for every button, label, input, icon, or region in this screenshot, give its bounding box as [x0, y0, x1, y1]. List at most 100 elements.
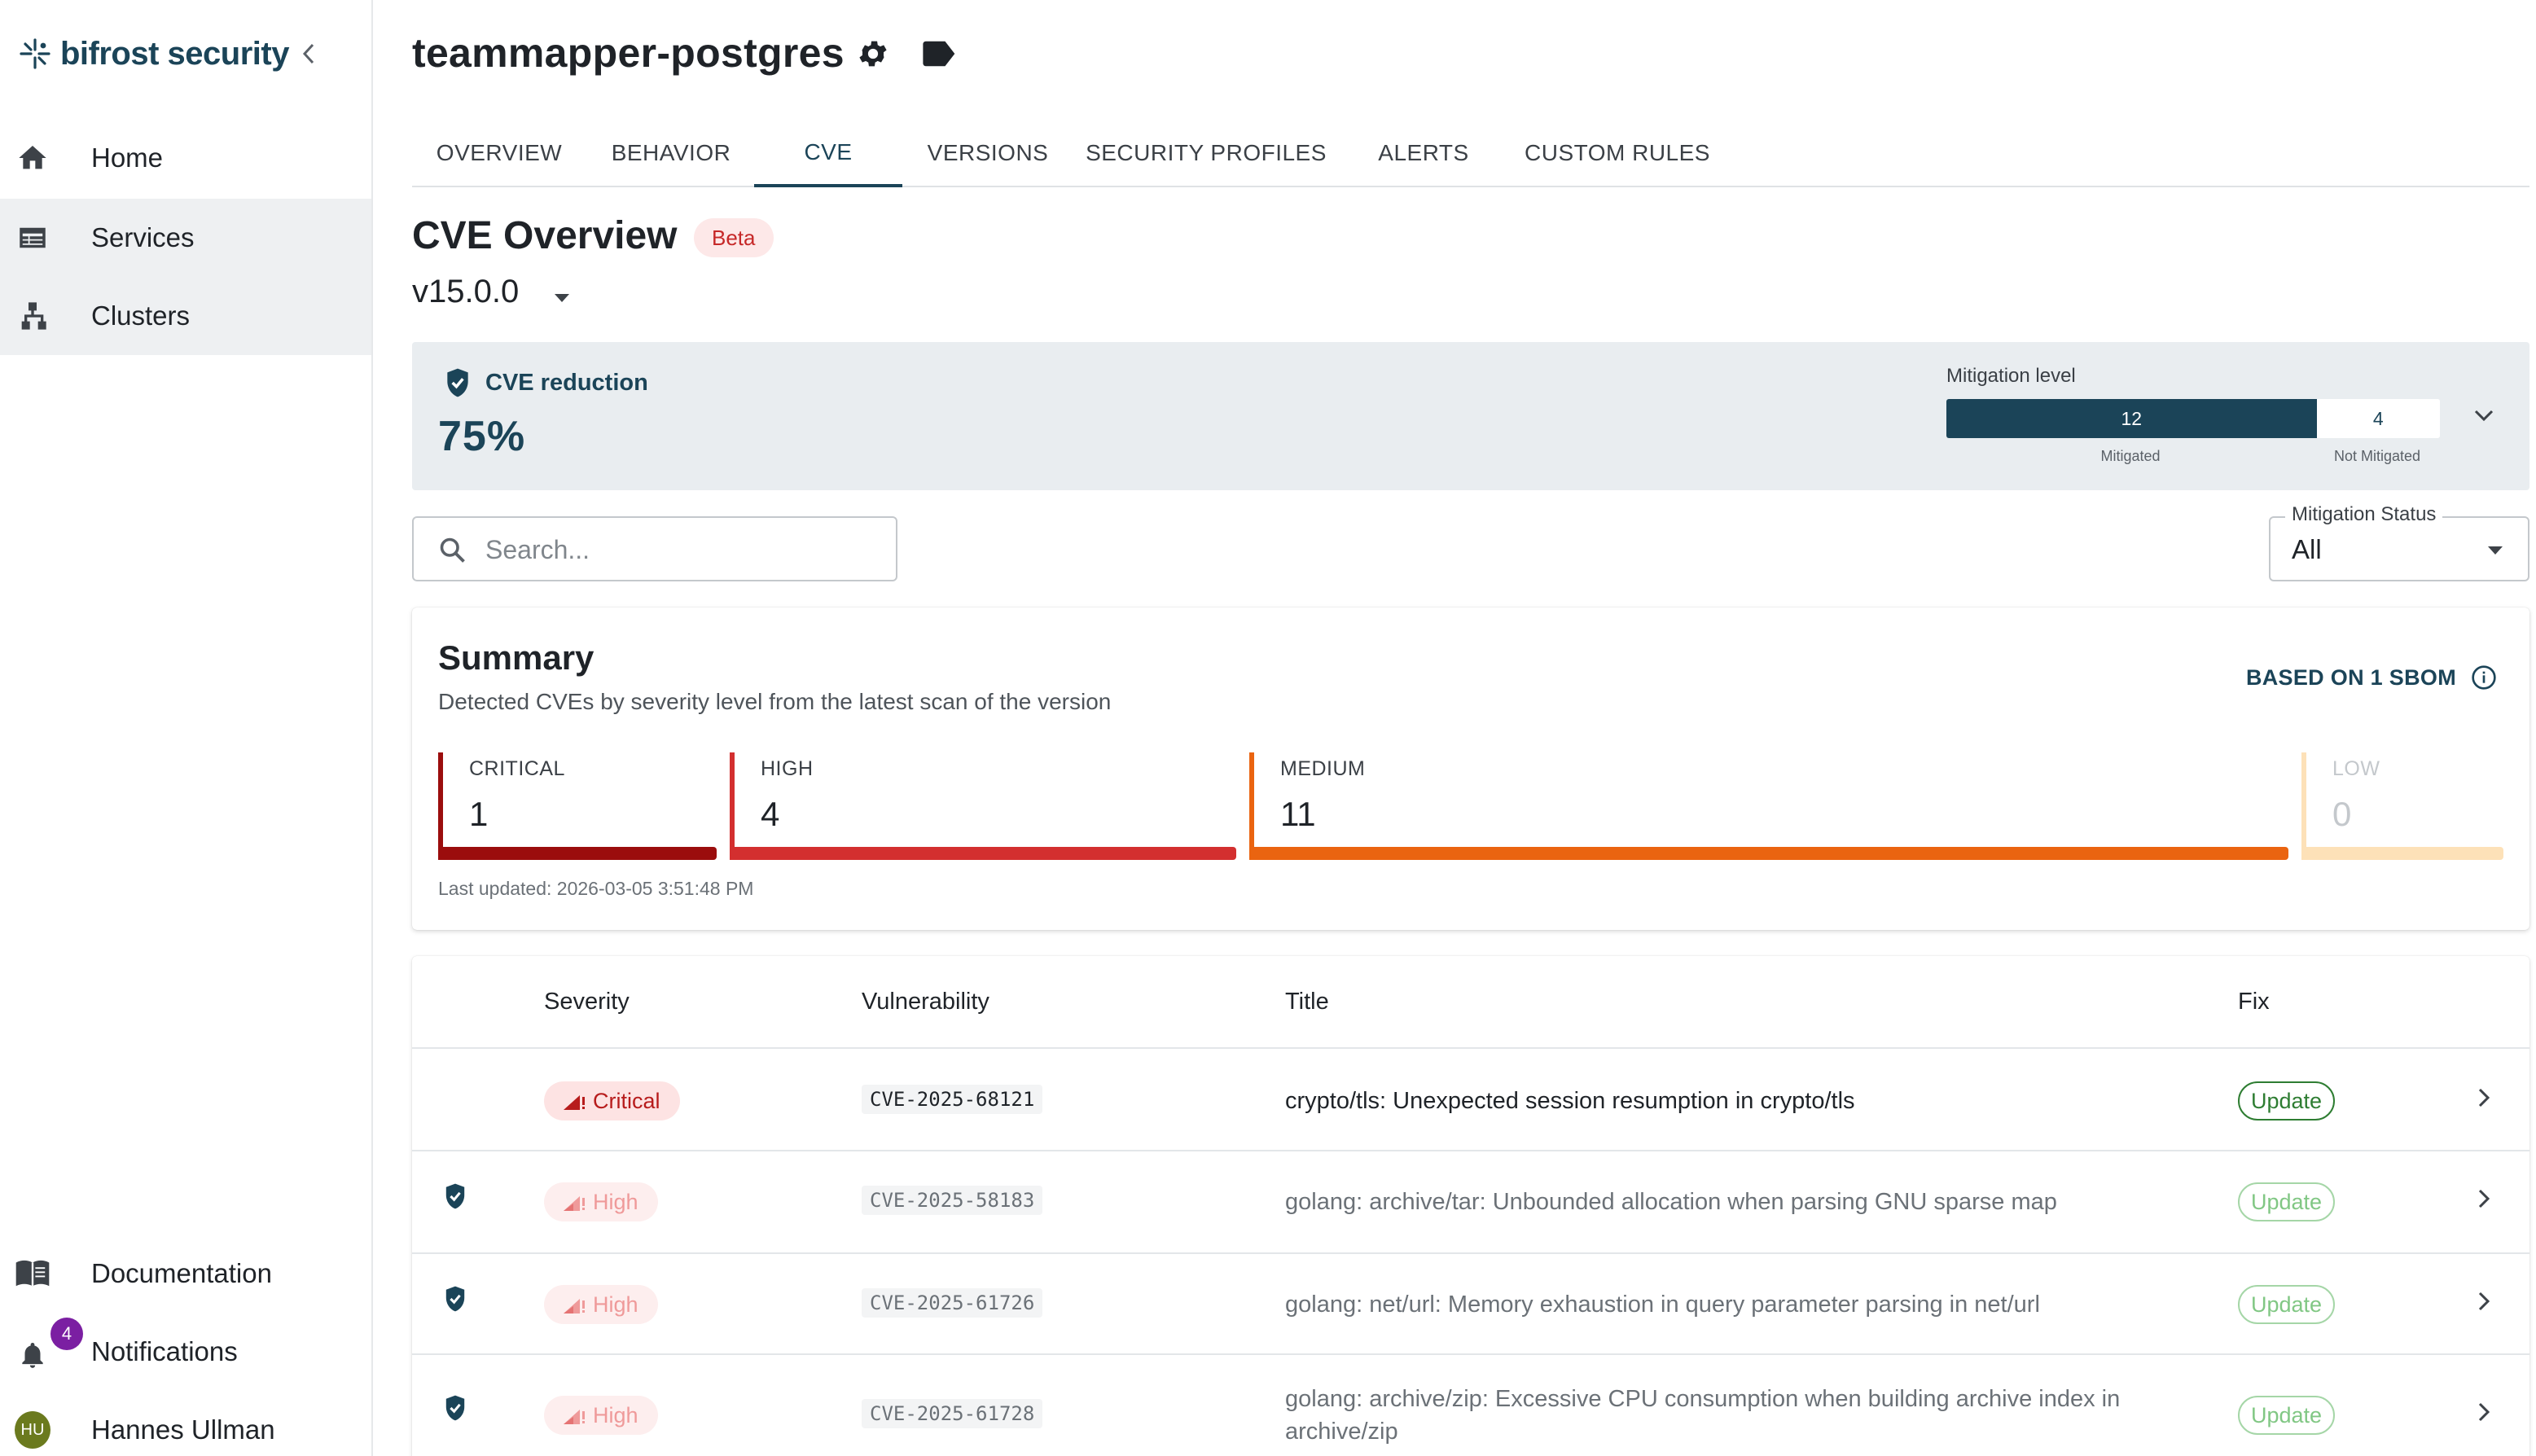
sbom-info-button[interactable]: BASED ON 1 SBOM — [2246, 664, 2497, 691]
cve-overview-heading: CVE Overview — [412, 214, 678, 257]
info-icon — [2472, 665, 2496, 690]
sidebar-item-documentation[interactable]: Documentation — [0, 1235, 371, 1313]
severity-low-marker — [2301, 752, 2306, 860]
mitigation-status-value: All — [2292, 534, 2322, 564]
fix-update-chip[interactable]: Update — [2238, 1182, 2336, 1221]
severity-label: CRITICAL — [469, 757, 565, 780]
chevron-right-icon[interactable] — [2468, 1182, 2500, 1215]
severity-chip-label: High — [593, 1402, 638, 1427]
severity-medium-bar — [1249, 847, 2288, 860]
severity-high-icon — [564, 1299, 585, 1313]
sidebar-item-notifications[interactable]: 4 Notifications — [0, 1313, 371, 1391]
notification-count-badge: 4 — [50, 1318, 83, 1350]
cve-title: golang: archive/tar: Unbounded allocatio… — [1285, 1189, 2057, 1215]
brand-logo[interactable]: bifrost security — [18, 31, 289, 77]
severity-chip-label: High — [593, 1292, 638, 1317]
column-header-severity[interactable]: Severity — [544, 989, 630, 1015]
fix-update-chip[interactable]: Update — [2238, 1285, 2336, 1324]
fix-update-chip[interactable]: Update — [2238, 1081, 2336, 1121]
home-icon — [15, 140, 50, 176]
tab-security-profiles[interactable]: SECURITY PROFILES — [1070, 121, 1342, 186]
sidebar-item-label: Notifications — [91, 1336, 238, 1366]
severity-high-icon — [564, 1196, 585, 1211]
tab-overview[interactable]: OVERVIEW — [412, 121, 586, 186]
mitigation-status-select[interactable]: Mitigation Status All — [2269, 503, 2529, 581]
label-tag-icon[interactable] — [920, 36, 956, 72]
sidebar-item-clusters[interactable]: Clusters — [0, 277, 371, 355]
severity-label: HIGH — [761, 757, 814, 780]
chevron-right-icon[interactable] — [2468, 1081, 2500, 1114]
cve-reduction-panel: CVE reduction 75% Mitigation level 12 4 … — [412, 342, 2529, 490]
cve-id: CVE-2025-61728 — [862, 1399, 1043, 1428]
severity-high-bar — [730, 847, 1236, 860]
tab-custom-rules[interactable]: CUSTOM RULES — [1500, 121, 1735, 186]
severity-count: 0 — [2332, 795, 2352, 833]
table-row[interactable]: Critical CVE-2025-68121 crypto/tls: Unex… — [412, 1050, 2529, 1151]
search-icon — [435, 533, 471, 568]
table-row[interactable]: High CVE-2025-61726 golang: net/url: Mem… — [412, 1254, 2529, 1355]
sidebar-item-user[interactable]: HU Hannes Ullman — [0, 1391, 371, 1456]
user-name: Hannes Ullman — [91, 1414, 275, 1445]
mitigated-shield-icon — [440, 1283, 471, 1314]
column-header-title[interactable]: Title — [1285, 989, 1329, 1015]
cve-id: CVE-2025-61726 — [862, 1288, 1043, 1318]
shield-check-icon — [441, 366, 474, 399]
tab-behavior[interactable]: BEHAVIOR — [596, 121, 746, 186]
table-row[interactable]: High CVE-2025-58183 golang: archive/tar:… — [412, 1151, 2529, 1254]
search-input[interactable] — [485, 529, 876, 570]
collapse-sidebar-button[interactable] — [296, 37, 321, 70]
severity-medium: MEDIUM 11 — [1249, 752, 2288, 860]
tab-versions[interactable]: VERSIONS — [914, 121, 1062, 186]
services-icon — [15, 220, 50, 256]
not-mitigated-caption: Not Mitigated — [2333, 448, 2421, 464]
tab-cve[interactable]: CVE — [754, 121, 902, 187]
sidebar-item-home[interactable]: Home — [0, 119, 371, 197]
column-header-fix[interactable]: Fix — [2238, 989, 2270, 1015]
sidebar-item-label: Services — [91, 222, 195, 252]
severity-critical-icon — [564, 1095, 585, 1110]
severity-low-bar — [2301, 847, 2503, 860]
severity-critical-bar — [438, 847, 717, 860]
mitigation-status-label: Mitigation Status — [2285, 503, 2443, 526]
cve-title: golang: net/url: Memory exhaustion in qu… — [1285, 1292, 2040, 1318]
mitigated-shield-icon — [440, 1181, 471, 1212]
table-row[interactable]: High CVE-2025-61728 golang: archive/zip:… — [412, 1355, 2529, 1456]
chevron-left-icon — [302, 43, 314, 64]
cve-title: golang: archive/zip: Excessive CPU consu… — [1285, 1386, 2121, 1445]
version-selector[interactable]: v15.0.0 — [412, 274, 519, 310]
severity-chip-high: High — [544, 1182, 658, 1221]
table-header: Severity Vulnerability Title Fix — [412, 956, 2529, 1049]
column-header-vulnerability[interactable]: Vulnerability — [862, 989, 989, 1015]
severity-label: LOW — [2332, 757, 2380, 780]
chevron-right-icon[interactable] — [2468, 1396, 2500, 1428]
severity-medium-marker — [1249, 752, 1254, 860]
last-updated: Last updated: 2026-03-05 3:51:48 PM — [438, 878, 754, 899]
cve-reduction-value: 75% — [438, 413, 526, 460]
severity-count: 11 — [1280, 795, 1316, 833]
tab-bar: OVERVIEW BEHAVIOR CVE VERSIONS SECURITY … — [412, 121, 2529, 187]
chevron-right-icon[interactable] — [2468, 1285, 2500, 1318]
severity-high-marker — [730, 752, 735, 860]
severity-chip-high: High — [544, 1396, 658, 1435]
summary-title: Summary — [438, 638, 595, 677]
sidebar-item-services[interactable]: Services — [0, 199, 371, 277]
sidebar-item-label: Clusters — [91, 300, 191, 331]
caret-down-icon — [2481, 536, 2510, 565]
caret-down-icon[interactable] — [546, 282, 578, 314]
severity-count: 1 — [469, 795, 489, 833]
severity-high-icon — [564, 1410, 585, 1424]
mitigated-shield-icon — [440, 1392, 471, 1423]
fix-update-chip[interactable]: Update — [2238, 1396, 2336, 1435]
sbom-label: BASED ON 1 SBOM — [2245, 664, 2456, 690]
beta-badge: Beta — [694, 218, 774, 257]
cve-table: Severity Vulnerability Title Fix Critica… — [412, 956, 2529, 1456]
avatar-initials: HU — [15, 1411, 50, 1449]
cve-title: crypto/tls: Unexpected session resumptio… — [1285, 1088, 1855, 1114]
not-mitigated-segment: 4 — [2316, 399, 2440, 438]
tab-alerts[interactable]: ALERTS — [1357, 121, 1490, 186]
severity-chip-high: High — [544, 1285, 658, 1324]
expand-chevron-down-icon[interactable] — [2468, 399, 2500, 432]
settings-gear-icon[interactable] — [855, 36, 891, 72]
mitigated-segment: 12 — [1946, 399, 2317, 438]
severity-chip-critical: Critical — [544, 1081, 680, 1121]
